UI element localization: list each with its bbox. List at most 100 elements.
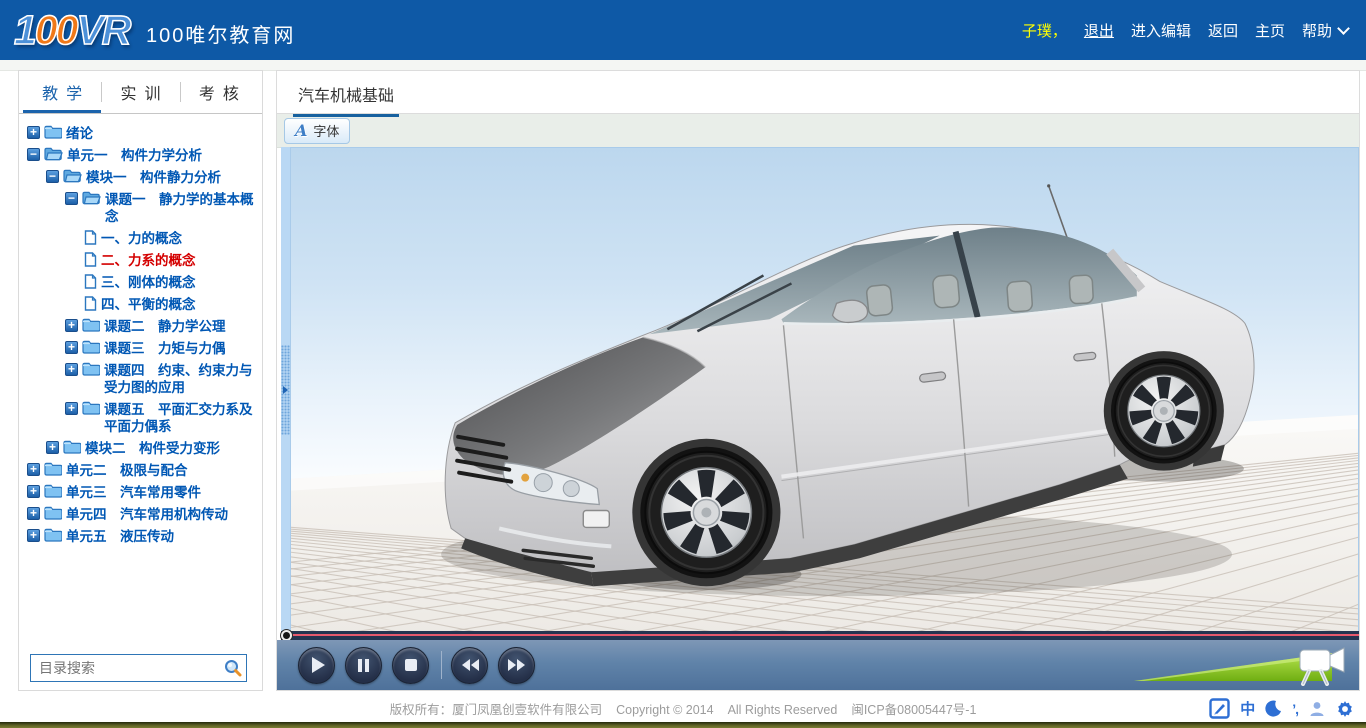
3d-viewer-canvas[interactable] xyxy=(290,147,1359,633)
tree-item-label[interactable]: 课题四 约束、约束力与受力图的应用 xyxy=(104,362,258,396)
viewer-toolbar: A 字体 xyxy=(277,114,1359,148)
tab-assessment[interactable]: 考核 xyxy=(180,71,258,113)
home-link[interactable]: 主页 xyxy=(1255,20,1285,41)
tree-item-label[interactable]: 模块一 构件静力分析 xyxy=(86,169,258,186)
enter-edit-link[interactable]: 进入编辑 xyxy=(1131,20,1191,41)
tree-item[interactable]: + 绪论 xyxy=(27,125,258,142)
tree-item-label[interactable]: 课题五 平面汇交力系及平面力偶系 xyxy=(104,401,258,435)
ime-pen-icon[interactable] xyxy=(1209,698,1230,719)
open-folder-icon xyxy=(63,169,82,183)
user-icon[interactable] xyxy=(1308,700,1326,718)
icp-license: 闽ICP备08005447号-1 xyxy=(851,703,976,717)
tree-item-label[interactable]: 二、力系的概念 xyxy=(101,252,258,269)
tab-training[interactable]: 实训 xyxy=(101,71,179,113)
tree-item-label[interactable]: 单元五 液压传动 xyxy=(66,528,258,545)
play-icon xyxy=(312,657,325,673)
top-nav: 子璞， 退出 进入编辑 返回 主页 帮助 xyxy=(1022,0,1348,60)
tree-item[interactable]: + 单元二 极限与配合 xyxy=(27,462,258,479)
fullwidth-moon-icon[interactable] xyxy=(1265,700,1282,717)
course-tab[interactable]: 汽车机械基础 xyxy=(293,71,399,117)
expand-icon[interactable]: + xyxy=(27,529,40,542)
tree-item-label[interactable]: 三、刚体的概念 xyxy=(101,274,258,291)
tree-item-label[interactable]: 单元三 汽车常用零件 xyxy=(66,484,258,501)
collapse-icon[interactable]: − xyxy=(46,170,59,183)
tree-item-label[interactable]: 单元一 构件力学分析 xyxy=(67,147,258,164)
logo-text: 1 xyxy=(14,8,35,52)
ime-language-bar: 中 ’, xyxy=(1209,698,1354,719)
tree-item-label[interactable]: 单元四 汽车常用机构传动 xyxy=(66,506,258,523)
expand-icon[interactable]: + xyxy=(27,485,40,498)
tree-item-label[interactable]: 模块二 构件受力变形 xyxy=(85,440,258,457)
tree-item[interactable]: + 单元三 汽车常用零件 xyxy=(27,484,258,501)
expand-icon[interactable]: + xyxy=(65,319,78,332)
tree-item-label[interactable]: 课题三 力矩与力偶 xyxy=(104,340,258,357)
tree-item[interactable]: + 单元四 汽车常用机构传动 xyxy=(27,506,258,523)
back-link[interactable]: 返回 xyxy=(1208,20,1238,41)
tree-item[interactable]: + 课题三 力矩与力偶 xyxy=(27,340,258,357)
volume-camera-widget[interactable] xyxy=(1134,644,1349,686)
seek-bar[interactable] xyxy=(281,631,1359,640)
tree-item-label[interactable]: 绪论 xyxy=(66,125,258,142)
expand-icon[interactable]: + xyxy=(27,463,40,476)
folder-icon xyxy=(44,462,62,476)
expand-icon[interactable]: + xyxy=(27,126,40,139)
content-tab-row: 汽车机械基础 xyxy=(277,71,1359,114)
open-folder-icon xyxy=(82,191,101,205)
tree-item[interactable]: 一、力的概念 xyxy=(27,230,258,247)
tree-item-label[interactable]: 四、平衡的概念 xyxy=(101,296,258,313)
expand-icon[interactable]: + xyxy=(65,363,78,376)
search-input[interactable] xyxy=(31,655,246,681)
tab-teaching[interactable]: 教学 xyxy=(23,71,101,113)
sidebar-tab-row: 教学 实训 考核 xyxy=(19,71,262,114)
tree-item[interactable]: + 课题四 约束、约束力与受力图的应用 xyxy=(27,362,258,396)
folder-icon xyxy=(44,484,62,498)
tree-item[interactable]: − 模块一 构件静力分析 xyxy=(27,169,258,186)
stop-button[interactable] xyxy=(392,647,429,684)
tree-item[interactable]: 四、平衡的概念 xyxy=(27,296,258,313)
stop-icon xyxy=(405,659,417,671)
punctuation-icon[interactable]: ’, xyxy=(1292,701,1298,717)
panel-splitter[interactable] xyxy=(281,147,290,633)
tree-item[interactable]: − 课题一 静力学的基本概念 xyxy=(27,191,258,225)
document-icon xyxy=(84,230,97,245)
chinese-mode-icon[interactable]: 中 xyxy=(1240,698,1255,719)
tree-item[interactable]: − 单元一 构件力学分析 xyxy=(27,147,258,164)
button-separator xyxy=(441,651,442,679)
tree-item-label[interactable]: 课题二 静力学公理 xyxy=(104,318,258,335)
font-button[interactable]: A 字体 xyxy=(284,118,350,144)
tree-item[interactable]: + 课题二 静力学公理 xyxy=(27,318,258,335)
tree-item[interactable]: 三、刚体的概念 xyxy=(27,274,258,291)
tree-item-label[interactable]: 课题一 静力学的基本概念 xyxy=(105,191,258,225)
tree-item[interactable]: + 单元五 液压传动 xyxy=(27,528,258,545)
username: 子璞 xyxy=(1022,23,1052,40)
tree-item[interactable]: + 模块二 构件受力变形 xyxy=(27,440,258,457)
expand-icon[interactable]: + xyxy=(65,341,78,354)
document-icon xyxy=(84,296,97,311)
rewind-icon xyxy=(461,659,479,671)
folder-icon xyxy=(82,318,100,332)
help-menu[interactable]: 帮助 xyxy=(1302,20,1348,41)
tree-item[interactable]: 二、力系的概念 xyxy=(27,252,258,269)
top-header-bar: 100VR 100唯尔教育网 子璞， 退出 进入编辑 返回 主页 帮助 xyxy=(0,0,1366,60)
settings-gear-icon[interactable] xyxy=(1336,700,1354,718)
collapse-icon[interactable]: − xyxy=(65,192,78,205)
rewind-button[interactable] xyxy=(451,647,488,684)
search-icon[interactable] xyxy=(223,658,243,683)
collapse-icon[interactable]: − xyxy=(27,148,40,161)
pause-button[interactable] xyxy=(345,647,382,684)
tree-item-label[interactable]: 一、力的概念 xyxy=(101,230,258,247)
bottom-decoration-strip xyxy=(0,722,1366,728)
expand-icon[interactable]: + xyxy=(65,402,78,415)
catalog-search-box xyxy=(30,654,247,682)
logout-link[interactable]: 退出 xyxy=(1084,20,1114,41)
document-icon xyxy=(84,252,97,267)
fast-forward-button[interactable] xyxy=(498,647,535,684)
expand-icon[interactable]: + xyxy=(27,507,40,520)
site-title: 100唯尔教育网 xyxy=(146,19,295,48)
site-logo[interactable]: 100VR xyxy=(14,7,129,53)
play-button[interactable] xyxy=(298,647,335,684)
tree-item-label[interactable]: 单元二 极限与配合 xyxy=(66,462,258,479)
collapse-arrow-icon xyxy=(283,386,288,394)
expand-icon[interactable]: + xyxy=(46,441,59,454)
tree-item[interactable]: + 课题五 平面汇交力系及平面力偶系 xyxy=(27,401,258,435)
